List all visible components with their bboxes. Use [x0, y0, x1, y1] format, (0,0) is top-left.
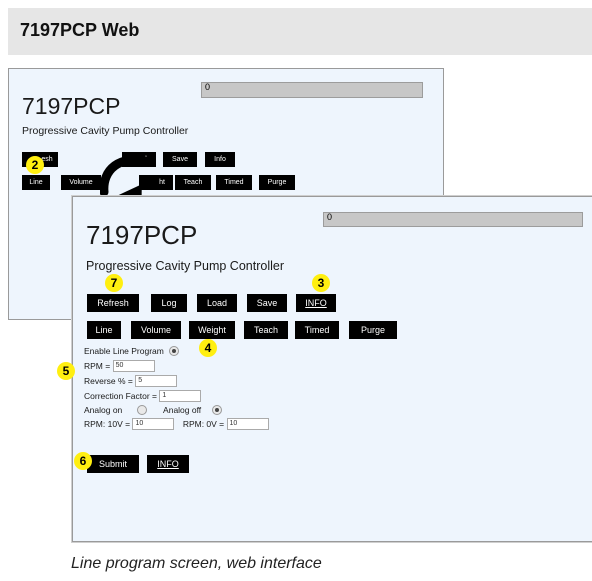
line-button[interactable]: Line [87, 321, 121, 339]
callout-6: 6 [74, 452, 92, 470]
app-subtitle: Progressive Cavity Pump Controller [22, 125, 189, 137]
reverse-label: Reverse % = [84, 376, 133, 386]
purge-button[interactable]: Purge [259, 175, 295, 190]
app-subtitle: Progressive Cavity Pump Controller [86, 259, 284, 273]
timed-button[interactable]: Timed [295, 321, 339, 339]
callout-7: 7 [105, 274, 123, 292]
document-header: 7197PCP Web [8, 8, 592, 55]
save-button[interactable]: Save [247, 294, 287, 312]
info-button[interactable]: INFO [296, 294, 336, 312]
info-button[interactable]: Info [205, 152, 235, 167]
correction-row: Correction Factor = 1 [84, 390, 202, 402]
analog-on-label: Analog on [84, 404, 123, 415]
rpm-voltage-row: RPM: 10V = 10 RPM: 0V = 10 [84, 418, 269, 430]
rpm-10v-label: RPM: 10V = [84, 419, 131, 429]
front-screenshot: 0 7197PCP Progressive Cavity Pump Contro… [72, 196, 592, 542]
progress-bar: 0 [201, 82, 423, 98]
app-title: 7197PCP [86, 220, 198, 250]
correction-factor-input[interactable]: 1 [159, 390, 202, 402]
analog-off-radio[interactable] [211, 404, 222, 415]
purge-button[interactable]: Purge [349, 321, 397, 339]
callout-2: 2 [26, 156, 44, 174]
callout-5: 5 [57, 362, 75, 380]
app-title: 7197PCP [22, 93, 121, 119]
volume-button[interactable]: Volume [131, 321, 181, 339]
log-button[interactable]: Log [151, 294, 187, 312]
submit-button[interactable]: Submit [87, 455, 139, 473]
line-button[interactable]: Line [22, 175, 50, 190]
correction-factor-label: Correction Factor = [84, 391, 157, 401]
volume-button[interactable]: Volume [61, 175, 101, 190]
analog-off-label: Analog off [163, 404, 202, 415]
callout-3: 3 [312, 274, 330, 292]
rpm-input[interactable]: 50 [112, 360, 155, 372]
progress-value: 0 [327, 212, 333, 222]
rpm-label: RPM = [84, 361, 111, 371]
progress-value: 0 [205, 82, 211, 92]
teach-button[interactable]: Teach [175, 175, 211, 190]
rpm-row: RPM = 50 [84, 360, 155, 372]
load-button[interactable]: Load [197, 294, 237, 312]
weight-button[interactable]: Weight [189, 321, 235, 339]
header-title: 7197PCP Web [20, 20, 140, 40]
analog-row: Analog on Analog off [84, 404, 222, 415]
figure-caption: Line program screen, web interface [71, 555, 322, 572]
timed-button[interactable]: Timed [216, 175, 252, 190]
rpm-10v-input[interactable]: 10 [132, 418, 175, 430]
teach-button[interactable]: Teach [244, 321, 288, 339]
enable-line-program-label: Enable Line Program [84, 345, 164, 356]
enable-line-program-radio[interactable] [169, 345, 180, 356]
enable-row: Enable Line Program [84, 345, 180, 356]
callout-4: 4 [199, 339, 217, 357]
rpm-0v-input[interactable]: 10 [226, 418, 269, 430]
progress-bar: 0 [323, 212, 583, 227]
refresh-button[interactable]: Refresh [87, 294, 139, 312]
rpm-0v-label: RPM: 0V = [182, 419, 225, 429]
analog-on-radio[interactable] [136, 404, 147, 415]
reverse-input[interactable]: 5 [135, 375, 178, 387]
info-link-button[interactable]: INFO [147, 455, 189, 473]
reverse-row: Reverse % = 5 [84, 375, 178, 387]
